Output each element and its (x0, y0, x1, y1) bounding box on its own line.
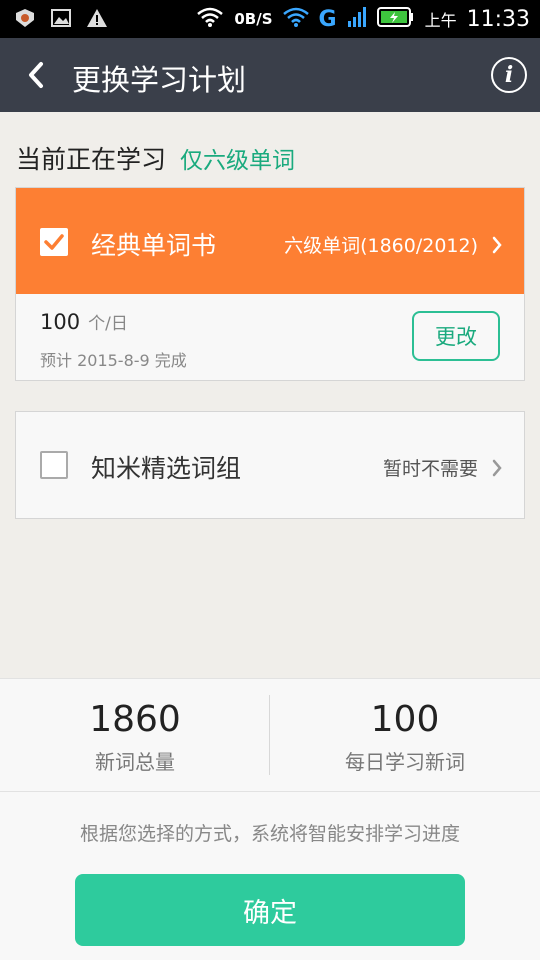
plan-row-classic[interactable]: 经典单词书 六级单词(1860/2012) (16, 188, 524, 294)
status-bar: 0B/S G 上午 11:33 (0, 0, 540, 38)
stat-value: 1860 (89, 699, 181, 740)
stat-value: 100 (370, 699, 440, 740)
back-button[interactable] (16, 55, 56, 95)
hint-text: 根据您选择的方式，系统将智能安排学习进度 (79, 823, 460, 845)
battery-charging-icon (376, 6, 415, 32)
plan-card-phrases[interactable]: 知米精选词组 暂时不需要 (15, 411, 525, 519)
plan-detail-text: 暂时不需要 (382, 458, 478, 480)
chevron-right-icon (492, 459, 502, 476)
wifi-icon (196, 6, 224, 32)
stat-label: 每日学习新词 (345, 750, 465, 774)
stat-daily-new: 100 每日学习新词 (270, 699, 540, 775)
stat-total-words: 1860 新词总量 (0, 699, 270, 775)
warning-icon (86, 7, 108, 33)
finish-estimate: 预计 2015-8-9 完成 (40, 351, 187, 370)
change-button[interactable]: 更改 (412, 311, 500, 361)
current-plan-line: 当前正在学习 仅六级单词 (16, 140, 295, 176)
plan-detail-text: 六级单词(1860/2012) (284, 235, 478, 257)
info-icon: i (504, 62, 514, 88)
plan-detail: 六级单词(1860/2012) (284, 231, 502, 258)
current-plan-label: 当前正在学习 (16, 145, 167, 174)
current-plan-value: 仅六级单词 (180, 148, 296, 174)
checkmark-icon (44, 234, 64, 250)
plan-card-classic: 经典单词书 六级单词(1860/2012) 100 个/日 预计 2015-8-9… (15, 187, 525, 381)
plan-settings: 100 个/日 预计 2015-8-9 完成 更改 (16, 294, 524, 380)
plan-name: 经典单词书 (91, 231, 217, 260)
stats-panel: 1860 新词总量 100 每日学习新词 根据您选择的方式，系统将智能安排学习进… (0, 678, 540, 960)
app-icon (14, 7, 36, 33)
info-button[interactable]: i (491, 57, 527, 93)
plan-detail: 暂时不需要 (383, 454, 502, 481)
classic-checkbox[interactable] (40, 228, 68, 256)
plan-name: 知米精选词组 (91, 454, 242, 483)
status-bar-left (14, 7, 108, 33)
image-icon (50, 7, 72, 33)
daily-count-value: 100 (40, 310, 81, 334)
clock: 11:33 (466, 6, 530, 32)
network-type: G (318, 6, 337, 32)
page-title: 更换学习计划 (72, 63, 247, 97)
daily-count: 100 个/日 (40, 309, 128, 334)
chevron-left-icon (29, 62, 43, 88)
divider (0, 791, 540, 792)
phrases-checkbox[interactable] (40, 451, 68, 479)
net-speed: 0B/S (234, 10, 273, 28)
time-ampm: 上午 (424, 11, 457, 30)
wifi-icon (282, 6, 309, 32)
status-bar-right: 0B/S G 上午 11:33 (196, 5, 530, 33)
app-header: 更换学习计划 i (0, 38, 540, 112)
daily-count-unit: 个/日 (88, 314, 128, 334)
chevron-right-icon (492, 236, 502, 253)
stat-label: 新词总量 (95, 750, 175, 774)
confirm-button[interactable]: 确定 (75, 874, 465, 946)
signal-icon (347, 6, 367, 32)
